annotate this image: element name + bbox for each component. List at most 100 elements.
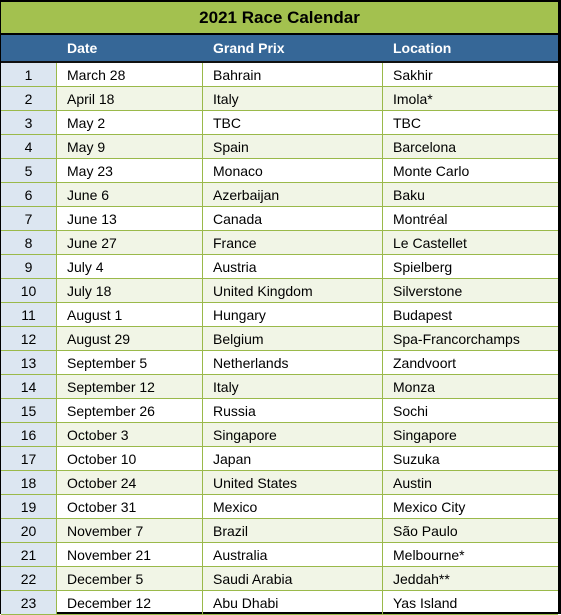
location-cell: Barcelona (393, 138, 457, 155)
table-row: 19 October 31 Mexico Mexico City (1, 495, 558, 519)
race-date-cell: April 18 (57, 87, 203, 110)
race-number-cell: 3 (1, 111, 57, 134)
race-date-cell: March 28 (57, 63, 203, 86)
race-date-cell: October 24 (57, 471, 203, 494)
race-number-cell: 8 (1, 231, 57, 254)
race-number-cell: 21 (1, 543, 57, 566)
grand-prix-cell: France (203, 231, 383, 254)
race-number-cell: 13 (1, 351, 57, 374)
race-date-cell: October 31 (57, 495, 203, 518)
race-date-cell: September 12 (57, 375, 203, 398)
race-date-cell: October 3 (57, 423, 203, 446)
race-number-cell: 18 (1, 471, 57, 494)
grand-prix-cell: Austria (203, 255, 383, 278)
table-row: 20 November 7 Brazil São Paulo (1, 519, 558, 543)
table-body: 1 March 28 Bahrain Sakhir 2 April 18 Italy Imol… (1, 63, 558, 615)
race-number-cell: 10 (1, 279, 57, 302)
race-number-cell: 20 (1, 519, 57, 542)
grand-prix-cell: Canada (203, 207, 383, 230)
location-cell: Le Castellet (393, 234, 467, 251)
table-row: 1 March 28 Bahrain Sakhir (1, 63, 558, 87)
header-location: Location (393, 40, 452, 56)
grand-prix-cell: Spain (203, 135, 383, 158)
location-cell: TBC (393, 114, 421, 131)
location-cell: Budapest (393, 306, 453, 323)
table-row: 6 June 6 Azerbaijan Baku (1, 183, 558, 207)
race-date-cell: July 18 (57, 279, 203, 302)
location-cell: Melbourne* (393, 546, 465, 563)
grand-prix-cell: Netherlands (203, 351, 383, 374)
race-date-cell: December 12 (57, 591, 203, 614)
location-cell: São Paulo (393, 522, 458, 539)
grand-prix-cell: Saudi Arabia (203, 567, 383, 590)
race-number-cell: 1 (1, 63, 57, 86)
table-row: 13 September 5 Netherlands Zandvoort (1, 351, 558, 375)
grand-prix-cell: Azerbaijan (203, 183, 383, 206)
header-date: Date (67, 40, 98, 56)
table-row: 16 October 3 Singapore Singapore (1, 423, 558, 447)
table-row: 8 June 27 France Le Castellet (1, 231, 558, 255)
grand-prix-cell: United States (203, 471, 383, 494)
location-cell: Mexico City (393, 498, 466, 515)
race-date-cell: September 26 (57, 399, 203, 422)
table-row: 21 November 21 Australia Melbourne* (1, 543, 558, 567)
race-number-cell: 17 (1, 447, 57, 470)
grand-prix-cell: TBC (203, 111, 383, 134)
race-number-cell: 15 (1, 399, 57, 422)
table-row: 4 May 9 Spain Barcelona (1, 135, 558, 159)
race-date-cell: July 4 (57, 255, 203, 278)
location-cell: Montréal (393, 210, 448, 227)
grand-prix-cell: Monaco (203, 159, 383, 182)
table-row: 14 September 12 Italy Monza (1, 375, 558, 399)
grand-prix-cell: Mexico (203, 495, 383, 518)
race-date-cell: November 7 (57, 519, 203, 542)
race-number-cell: 4 (1, 135, 57, 158)
race-date-cell: October 10 (57, 447, 203, 470)
table-row: 5 May 23 Monaco Monte Carlo (1, 159, 558, 183)
table-row: 10 July 18 United Kingdom Silverstone (1, 279, 558, 303)
location-cell: Jeddah** (393, 570, 450, 587)
table-row: 17 October 10 Japan Suzuka (1, 447, 558, 471)
race-number-cell: 22 (1, 567, 57, 590)
grand-prix-cell: Bahrain (203, 63, 383, 86)
race-number-cell: 5 (1, 159, 57, 182)
grand-prix-cell: Russia (203, 399, 383, 422)
table-row: 9 July 4 Austria Spielberg (1, 255, 558, 279)
race-date-cell: June 6 (57, 183, 203, 206)
table-row: 23 December 12 Abu Dhabi Yas Island (1, 591, 558, 615)
table-row: 15 September 26 Russia Sochi (1, 399, 558, 423)
race-number-cell: 23 (1, 591, 57, 614)
location-cell: Suzuka (393, 450, 440, 467)
location-cell: Monte Carlo (393, 162, 470, 179)
race-date-cell: May 2 (57, 111, 203, 134)
grand-prix-cell: Japan (203, 447, 383, 470)
grand-prix-cell: Belgium (203, 327, 383, 350)
race-date-cell: December 5 (57, 567, 203, 590)
location-cell: Zandvoort (393, 354, 457, 371)
location-cell: Singapore (393, 426, 457, 443)
grand-prix-cell: Italy (203, 375, 383, 398)
race-number-cell: 6 (1, 183, 57, 206)
race-number-cell: 2 (1, 87, 57, 110)
race-date-cell: August 1 (57, 303, 203, 326)
location-cell: Yas Island (393, 594, 458, 611)
table-row: 18 October 24 United States Austin (1, 471, 558, 495)
race-date-cell: August 29 (57, 327, 203, 350)
race-number-cell: 9 (1, 255, 57, 278)
header-row: Date Grand Prix Location (1, 35, 558, 63)
location-cell: Spielberg (393, 258, 453, 275)
header-grand-prix: Grand Prix (213, 40, 285, 56)
race-date-cell: May 23 (57, 159, 203, 182)
location-cell: Austin (393, 474, 432, 491)
race-date-cell: June 27 (57, 231, 203, 254)
race-number-cell: 19 (1, 495, 57, 518)
grand-prix-cell: Italy (203, 87, 383, 110)
race-number-cell: 11 (1, 303, 57, 326)
race-number-cell: 14 (1, 375, 57, 398)
race-calendar-table: 2021 Race Calendar Date Grand Prix Locat… (0, 0, 561, 615)
table-row: 7 June 13 Canada Montréal (1, 207, 558, 231)
race-number-cell: 16 (1, 423, 57, 446)
table-row: 11 August 1 Hungary Budapest (1, 303, 558, 327)
table-row: 12 August 29 Belgium Spa-Francorchamps (1, 327, 558, 351)
table-title: 2021 Race Calendar (1, 0, 558, 35)
